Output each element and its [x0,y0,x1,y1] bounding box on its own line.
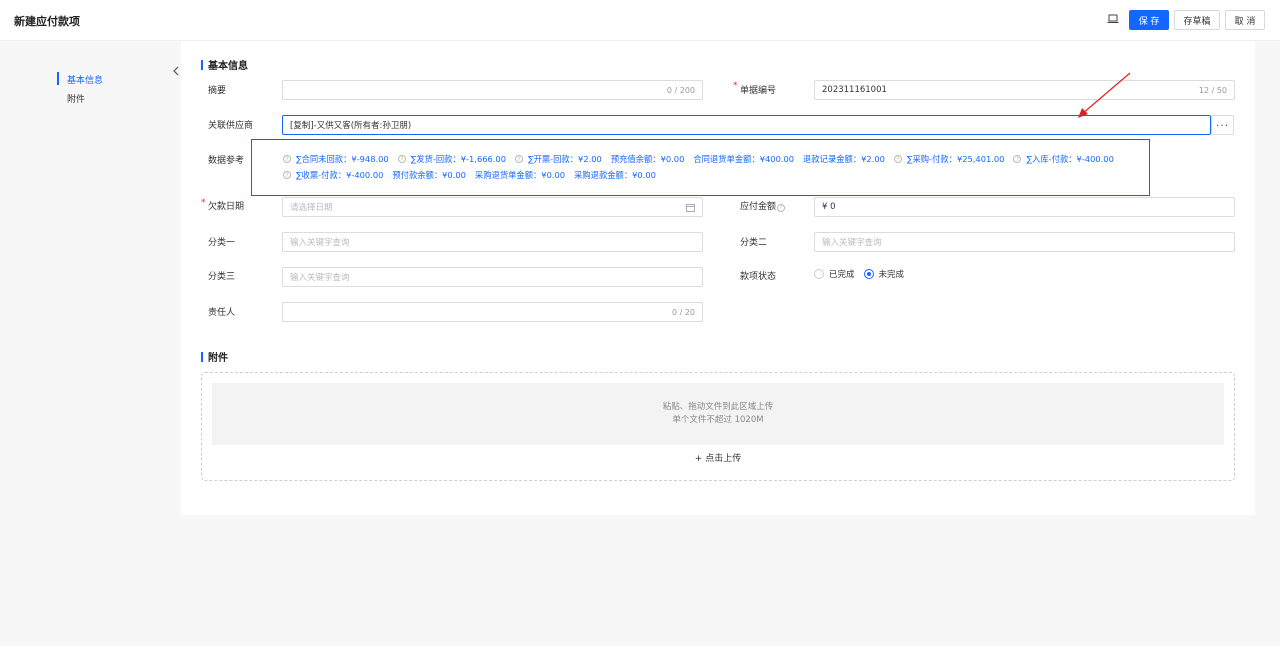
amount-label: 应付金额? [740,199,786,212]
anchor-active-indicator [57,72,59,85]
required-mark: * [733,81,738,91]
category-2-select[interactable]: 输入关键字查询 [814,232,1235,252]
save-draft-button[interactable]: 存草稿 [1174,10,1220,30]
category-3-label: 分类三 [208,272,236,282]
section-title-basic-info: 基本信息 [201,57,248,72]
chevron-left-icon [172,66,178,76]
drop-zone[interactable]: 粘贴、拖动文件到此区域上传 单个文件不超过 1020M [212,383,1224,445]
status-radio-undone[interactable]: 未完成 [863,268,904,280]
drop-hint: 粘贴、拖动文件到此区域上传 [662,402,774,412]
status-label: 款项状态 [740,272,777,282]
anchor-item-attachments[interactable]: 附件 [67,92,85,105]
category-1-label: 分类一 [208,238,236,248]
debt-date-label: 欠款日期 [208,202,245,212]
anchor-item-basic-info[interactable]: 基本信息 [67,73,103,86]
supplier-label: 关联供应商 [208,121,254,131]
size-limit-hint: 单个文件不超过 1020M [672,415,764,425]
question-icon[interactable]: ? [777,203,786,212]
top-header: 新建应付款项 保 存 存草稿 取 消 [0,0,1280,41]
upload-area[interactable]: 粘贴、拖动文件到此区域上传 单个文件不超过 1020M + 点击上传 [201,372,1235,481]
doc-no-char-count: 12 / 50 [1198,85,1227,95]
status-radio-done[interactable]: 已完成 [814,268,855,280]
status-radio-group: 已完成 未完成 [814,268,913,280]
summary-input[interactable]: 0 / 200 [282,80,703,100]
highlight-box [251,139,1150,196]
supplier-more-button[interactable]: ··· [1211,115,1234,135]
category-1-select[interactable]: 输入关键字查询 [282,232,703,252]
data-ref-label: 数据参考 [208,156,245,166]
summary-label: 摘要 [208,86,227,96]
laptop-icon[interactable] [1107,14,1119,24]
save-button[interactable]: 保 存 [1129,10,1169,30]
owner-input[interactable]: 0 / 20 [282,302,703,322]
category-2-label: 分类二 [740,238,768,248]
category-3-select[interactable]: 输入关键字查询 [282,267,703,287]
debt-date-picker[interactable]: 请选择日期 [282,197,703,217]
owner-char-count: 0 / 20 [671,307,695,317]
click-upload-button[interactable]: + 点击上传 [202,451,1234,464]
cancel-button[interactable]: 取 消 [1225,10,1265,30]
page-title: 新建应付款项 [14,15,80,28]
doc-no-label: 单据编号 [740,86,777,96]
section-title-attachments: 附件 [201,349,228,364]
calendar-icon [686,203,695,212]
doc-no-input[interactable]: 202311161001 12 / 50 [814,80,1235,100]
summary-char-count: 0 / 200 [666,85,695,95]
required-mark: * [201,198,206,208]
arrow-annotation-icon [1078,72,1131,118]
amount-input[interactable]: ¥ 0 [814,197,1235,217]
owner-label: 责任人 [208,308,236,318]
